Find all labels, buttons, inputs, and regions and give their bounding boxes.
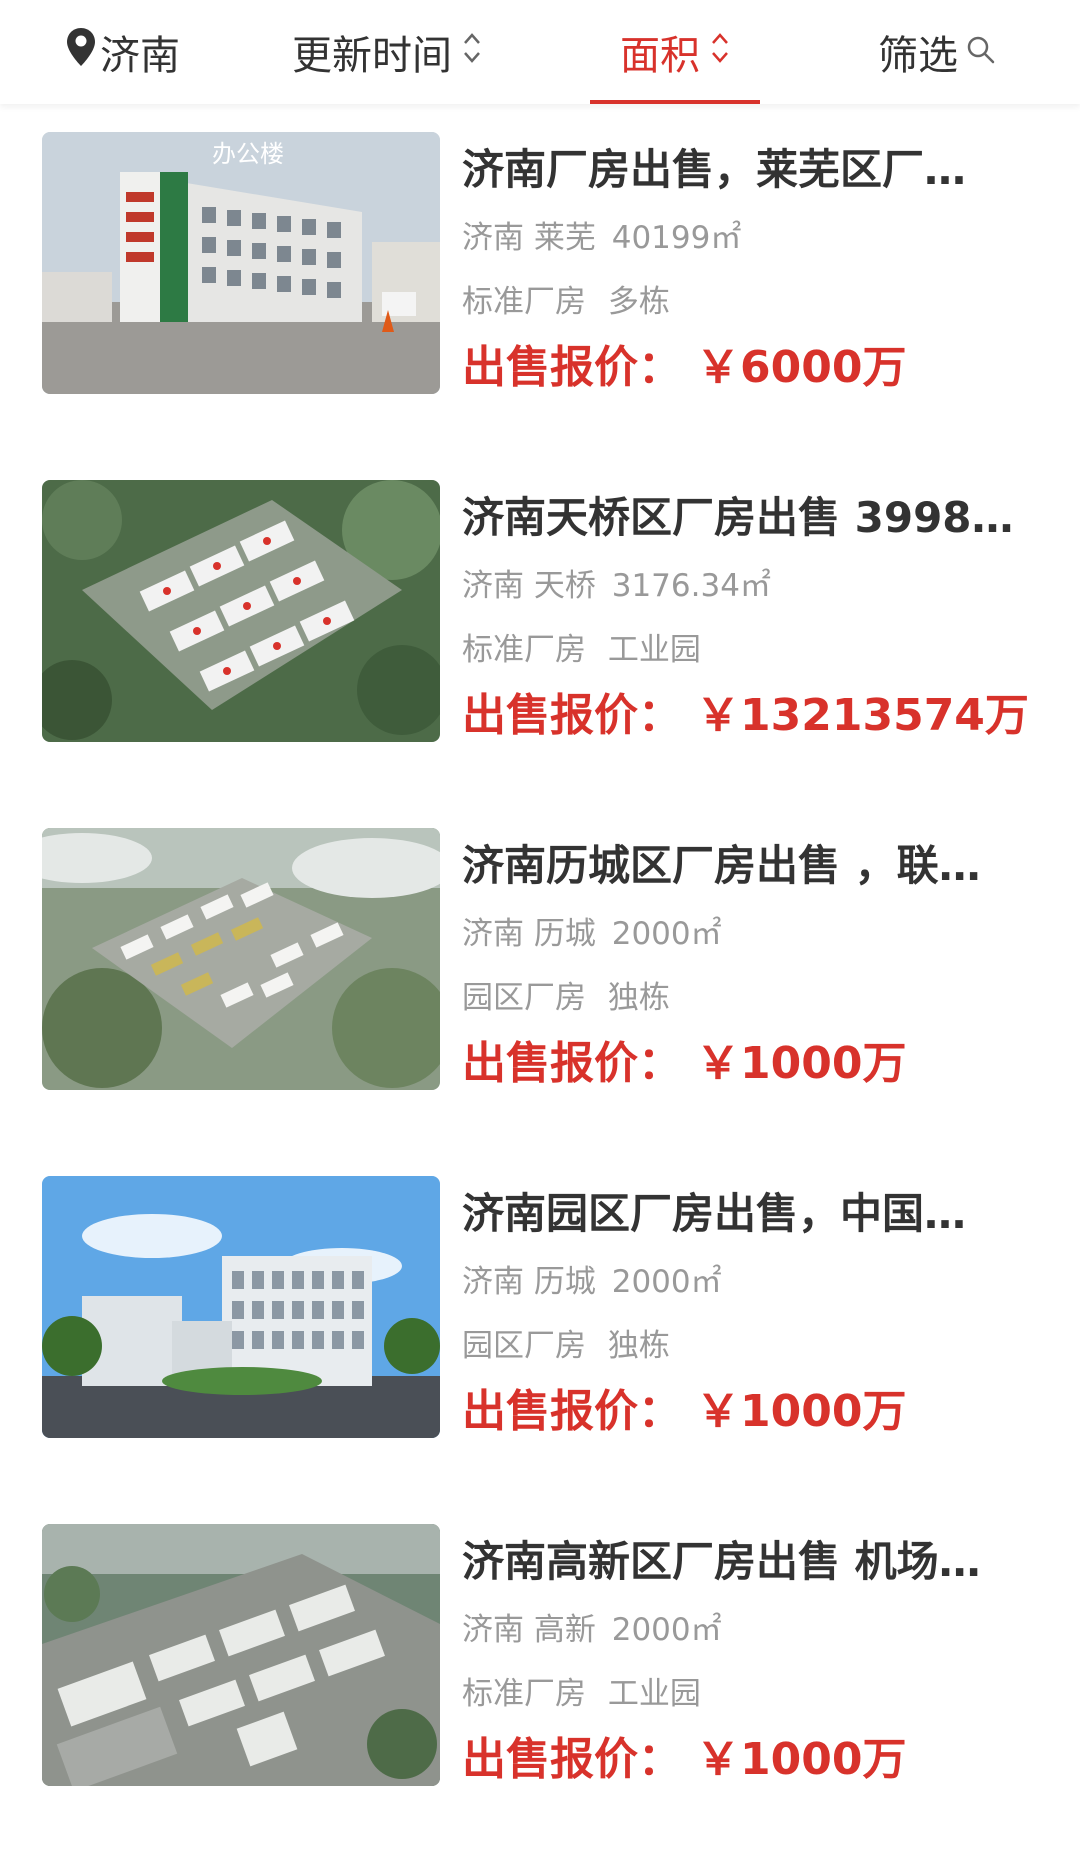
price-label: 出售报价： (462, 690, 682, 741)
listing-title[interactable]: 济南历城区厂房出售 ，联… (462, 838, 1032, 894)
image-caption: 办公楼 (212, 140, 284, 168)
price-value: ￥1000万 (696, 1038, 907, 1089)
price-label: 出售报价： (462, 1386, 682, 1437)
listing-location: 济南 高新 2000㎡ (462, 1610, 722, 1650)
listing-city: 济南 (462, 916, 524, 952)
listing-price: 出售报价： ￥1000万 (462, 1382, 906, 1442)
listing-district: 历城 (533, 916, 596, 952)
listing-item[interactable]: 济南天桥区厂房出售 3998… 济南 天桥 3176.34㎡ 标准厂房 工业园 … (0, 480, 1080, 750)
price-value: ￥1000万 (696, 1734, 907, 1785)
listing-item[interactable]: 办公楼 济南厂房出售，莱芜区厂… 济南 莱芜 40199㎡ 标准厂房 多栋 出售… (0, 132, 1080, 402)
listing-photo-industrial-park-aerial[interactable] (42, 480, 440, 742)
listing-photo-campus-street-view[interactable] (42, 1176, 440, 1438)
listing-tag: 多栋 (607, 284, 670, 320)
area-label: 面积 (620, 33, 700, 79)
listing-area: 40199㎡ (611, 220, 742, 256)
listing-area: 2000㎡ (611, 1612, 722, 1648)
listing-tag: 独栋 (607, 980, 670, 1016)
listing-location: 济南 历城 2000㎡ (462, 914, 722, 954)
listing-area: 2000㎡ (611, 1264, 722, 1300)
listing-item[interactable]: 济南高新区厂房出售 机场… 济南 高新 2000㎡ 标准厂房 工业园 出售报价：… (0, 1524, 1080, 1794)
listing-district: 高新 (533, 1612, 596, 1648)
filter-button[interactable]: 筛选 (878, 0, 1028, 104)
price-label: 出售报价： (462, 342, 682, 393)
city-label: 济南 (100, 33, 180, 79)
listing-photo-industrial-park-aerial[interactable] (42, 828, 440, 1090)
listing-district: 历城 (533, 1264, 596, 1300)
listing-photo-office-building[interactable]: 办公楼 (42, 132, 440, 394)
price-value: ￥13213574万 (696, 690, 1029, 741)
listing-tag: 标准厂房 (462, 284, 586, 320)
listing-price: 出售报价： ￥1000万 (462, 1034, 906, 1094)
listing-title[interactable]: 济南厂房出售，莱芜区厂… (462, 142, 1032, 198)
price-value: ￥6000万 (696, 342, 907, 393)
listing-tag: 标准厂房 (462, 632, 586, 668)
price-label: 出售报价： (462, 1734, 682, 1785)
listing-tag: 工业园 (607, 1676, 701, 1712)
active-tab-underline (590, 100, 760, 104)
listing-city: 济南 (462, 568, 524, 604)
location-pin-icon (66, 27, 96, 77)
listing-tag: 园区厂房 (462, 980, 586, 1016)
sort-updown-icon (710, 29, 730, 75)
listing-price: 出售报价： ￥1000万 (462, 1730, 906, 1790)
listing-city: 济南 (462, 220, 524, 256)
filter-label: 筛选 (878, 33, 958, 79)
listing-tag: 工业园 (607, 632, 701, 668)
listing-price: 出售报价： ￥6000万 (462, 338, 906, 398)
listing-area: 2000㎡ (611, 916, 722, 952)
search-icon (966, 29, 996, 75)
listing-area: 3176.34㎡ (611, 568, 771, 604)
listing-location: 济南 莱芜 40199㎡ (462, 218, 741, 258)
listing-tags: 标准厂房 工业园 (462, 1674, 701, 1714)
listing-price: 出售报价： ￥13213574万 (462, 686, 1029, 746)
filter-bar: 济南 更新时间 面积 筛选 (0, 0, 1080, 104)
listing-tags: 标准厂房 工业园 (462, 630, 701, 670)
listing-tag: 园区厂房 (462, 1328, 586, 1364)
city-selector[interactable]: 济南 (66, 0, 206, 104)
update-time-label: 更新时间 (292, 33, 452, 79)
listing-tags: 园区厂房 独栋 (462, 1326, 670, 1366)
price-label: 出售报价： (462, 1038, 682, 1089)
sort-updown-icon (462, 29, 482, 75)
listing-tags: 园区厂房 独栋 (462, 978, 670, 1018)
listing-tag: 标准厂房 (462, 1676, 586, 1712)
listing-title[interactable]: 济南园区厂房出售，中国… (462, 1186, 1032, 1242)
listing-item[interactable]: 济南历城区厂房出售 ，联… 济南 历城 2000㎡ 园区厂房 独栋 出售报价： ￥… (0, 828, 1080, 1098)
listing-tag: 独栋 (607, 1328, 670, 1364)
listing-city: 济南 (462, 1612, 524, 1648)
listing-location: 济南 天桥 3176.34㎡ (462, 566, 771, 606)
listing-photo-industrial-park-aerial[interactable] (42, 1524, 440, 1786)
listing-item[interactable]: 济南园区厂房出售，中国… 济南 历城 2000㎡ 园区厂房 独栋 出售报价： ￥1… (0, 1176, 1080, 1446)
listing-title[interactable]: 济南天桥区厂房出售 3998… (462, 490, 1032, 546)
listing-location: 济南 历城 2000㎡ (462, 1262, 722, 1302)
listing-district: 天桥 (533, 568, 596, 604)
sort-update-time[interactable]: 更新时间 (292, 0, 512, 104)
listing-city: 济南 (462, 1264, 524, 1300)
price-value: ￥1000万 (696, 1386, 907, 1437)
listing-district: 莱芜 (533, 220, 596, 256)
listing-title[interactable]: 济南高新区厂房出售 机场… (462, 1534, 1032, 1590)
sort-area[interactable]: 面积 (590, 0, 760, 104)
listing-tags: 标准厂房 多栋 (462, 282, 670, 322)
